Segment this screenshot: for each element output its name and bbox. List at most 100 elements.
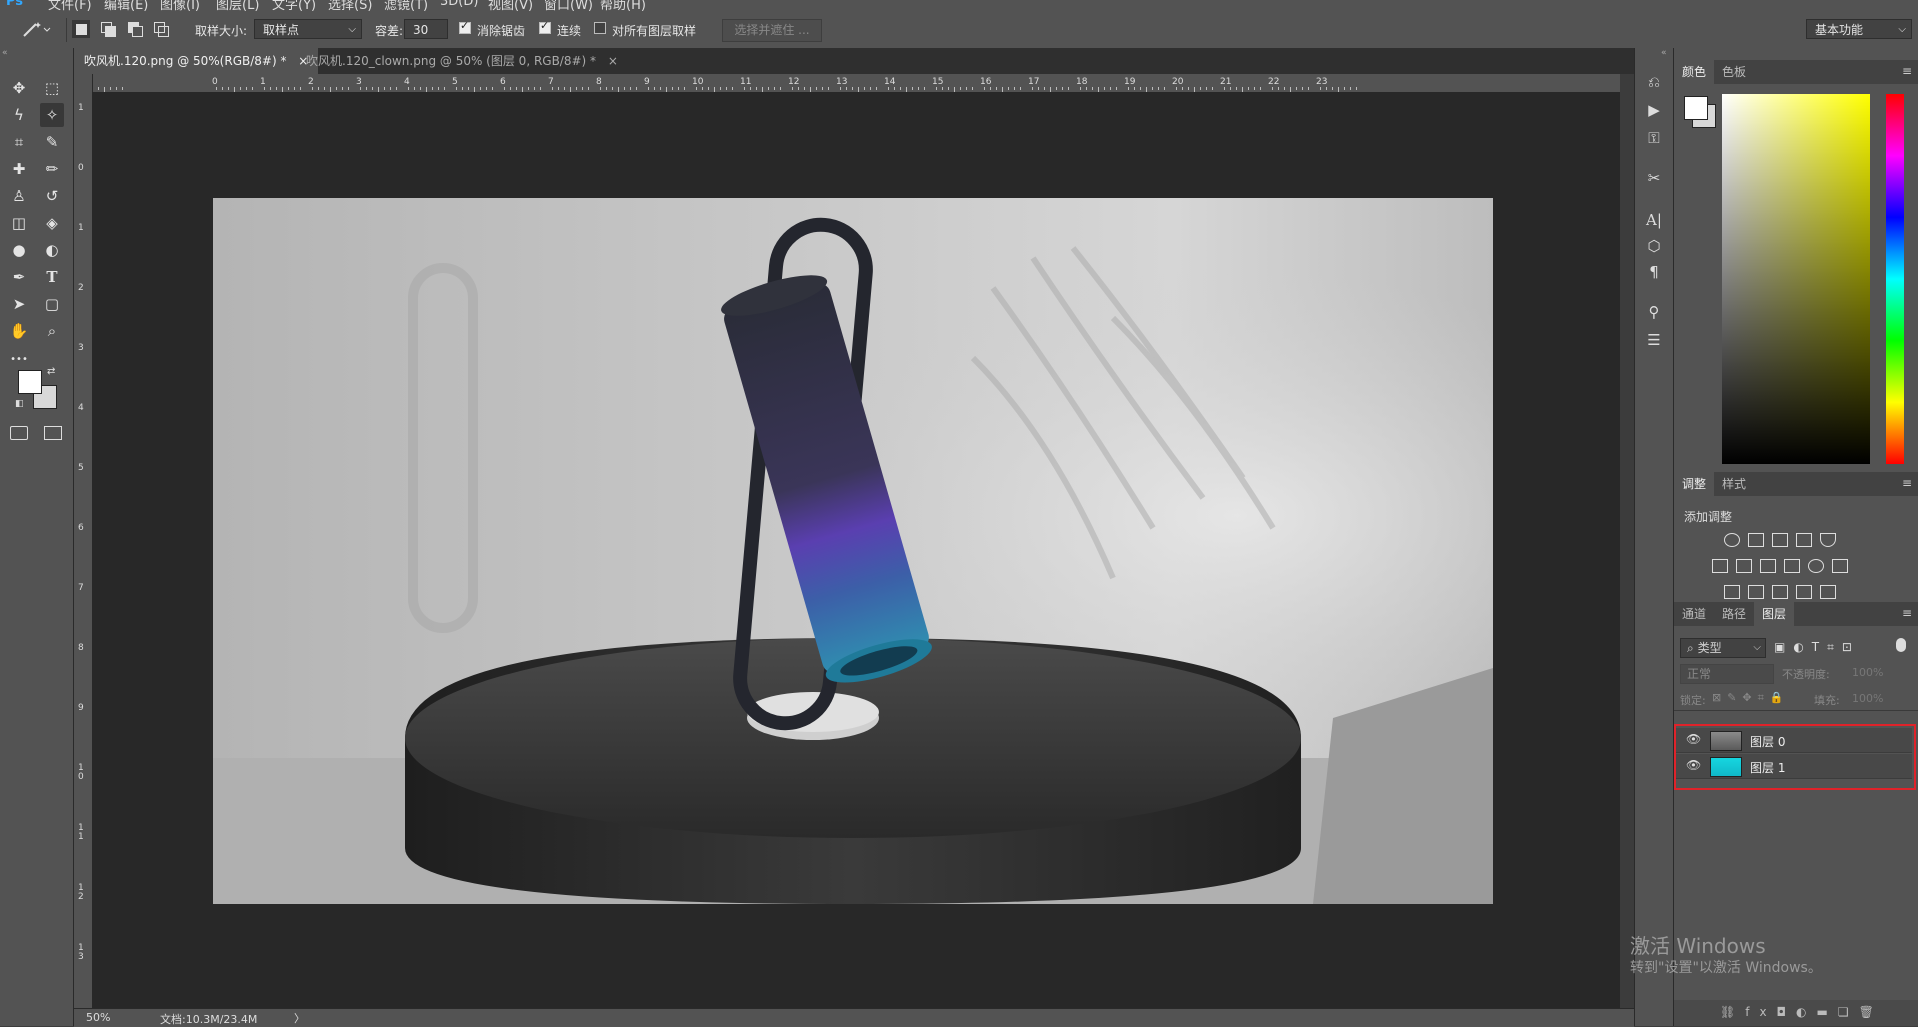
path-selection-tool-icon[interactable]: ➤ — [7, 292, 31, 316]
tolerance-input[interactable]: 30 — [404, 19, 448, 39]
menu-filter[interactable]: 滤镜(T) — [384, 0, 428, 12]
sample-size-select[interactable]: 取样点 ⌵ — [254, 19, 362, 39]
properties-panel-icon[interactable]: ⚿ — [1644, 128, 1664, 148]
lasso-tool-icon[interactable]: ϟ — [7, 103, 31, 127]
threshold-icon[interactable] — [1772, 584, 1788, 599]
default-colors-icon[interactable]: ◧ — [15, 399, 24, 409]
menu-edit[interactable]: 编辑(E) — [104, 0, 148, 12]
menu-layer[interactable]: 图层(L) — [216, 0, 259, 12]
collapse-icon[interactable]: « — [2, 48, 8, 58]
vertical-ruler[interactable]: 1 0 1 2 3 4 5 6 7 8 9 10 11 12 13 — [74, 74, 93, 1008]
brightness-icon[interactable] — [1724, 532, 1740, 547]
tab-styles[interactable]: 样式 — [1714, 472, 1754, 496]
history-panel-icon[interactable]: ⎌ — [1644, 72, 1664, 92]
fill-value[interactable]: 100% — [1852, 692, 1883, 705]
subtract-selection-button[interactable] — [126, 20, 144, 38]
gradient-map-icon[interactable] — [1820, 584, 1836, 599]
healing-tool-icon[interactable]: ✚ — [7, 157, 31, 181]
crop-tool-icon[interactable]: ⌗ — [7, 130, 31, 154]
black-white-icon[interactable] — [1760, 558, 1776, 573]
exposure-icon[interactable] — [1796, 532, 1812, 547]
foreground-color-swatch[interactable] — [18, 370, 42, 394]
add-selection-button[interactable] — [99, 20, 117, 38]
menu-image[interactable]: 图像(I) — [160, 0, 200, 12]
dodge-tool-icon[interactable]: ◐ — [40, 238, 64, 262]
eyedropper-tool-icon[interactable]: ✎ — [40, 130, 64, 154]
levels-icon[interactable] — [1748, 532, 1764, 547]
adjustments-slider-icon[interactable]: ☰ — [1644, 330, 1664, 350]
channel-mixer-icon[interactable] — [1808, 558, 1824, 573]
paragraph-panel-icon[interactable]: ¶ — [1644, 262, 1664, 282]
character-panel-icon[interactable]: A| — [1644, 210, 1664, 230]
actions-panel-icon[interactable]: ▶ — [1644, 100, 1664, 120]
menu-window[interactable]: 窗口(W) — [544, 0, 593, 12]
intersect-selection-button[interactable] — [152, 20, 170, 38]
menu-type[interactable]: 文字(Y) — [272, 0, 316, 12]
swap-colors-icon[interactable]: ⇄ — [47, 366, 55, 377]
clone-stamp-tool-icon[interactable]: ♙ — [7, 184, 31, 208]
menu-view[interactable]: 视图(V) — [488, 0, 533, 12]
layer-filter-select[interactable]: ⌕ 类型 ⌵ — [1680, 638, 1766, 658]
color-balance-icon[interactable] — [1736, 558, 1752, 573]
layer-action-icons[interactable]: ⛓fx◘◐▬❏🗑 — [1720, 1005, 1884, 1019]
tab-paths[interactable]: 路径 — [1714, 602, 1754, 626]
color-lookup-icon[interactable] — [1832, 558, 1848, 573]
filter-toggle[interactable] — [1896, 638, 1906, 652]
selective-color-icon[interactable] — [1796, 584, 1812, 599]
menu-3d[interactable]: 3D(D) — [440, 0, 478, 9]
panel-menu-icon[interactable]: ≡ — [1902, 476, 1912, 490]
tab-layers[interactable]: 图层 — [1754, 602, 1795, 626]
eraser-tool-icon[interactable]: ◫ — [7, 211, 31, 235]
pen-tool-icon[interactable]: ✒ — [7, 265, 31, 289]
select-and-mask-button[interactable]: 选择并遮住 ... — [722, 19, 822, 42]
horizontal-ruler[interactable]: 201234567891011121314151617181920212223 — [92, 74, 1620, 93]
workspace-select[interactable]: 基本功能 ⌵ — [1806, 19, 1912, 39]
quick-mask-icon[interactable] — [10, 426, 28, 440]
lock-icons[interactable]: ⊠✎✥⌗🔒 — [1712, 691, 1790, 705]
menu-help[interactable]: 帮助(H) — [600, 0, 646, 12]
new-selection-button[interactable] — [72, 20, 90, 38]
magic-wand-tool-icon[interactable]: ✧ — [40, 103, 64, 127]
menu-file[interactable]: 文件(F) — [48, 0, 92, 12]
zoom-level[interactable]: 50% — [86, 1011, 110, 1024]
vibrance-icon[interactable] — [1820, 532, 1836, 547]
layer-filter-icons[interactable]: ▣◐T⌗⊡ — [1774, 640, 1860, 655]
blur-tool-icon[interactable]: ● — [7, 238, 31, 262]
opacity-value[interactable]: 100% — [1852, 666, 1883, 679]
sample-all-layers-checkbox[interactable] — [594, 22, 606, 34]
panel-menu-icon[interactable]: ≡ — [1902, 606, 1912, 620]
move-tool-icon[interactable]: ✥ — [7, 76, 31, 100]
tab-color[interactable]: 颜色 — [1674, 60, 1715, 84]
curves-icon[interactable] — [1772, 532, 1788, 547]
3d-panel-icon[interactable]: ⬡ — [1644, 236, 1664, 256]
color-field[interactable] — [1722, 94, 1870, 464]
zoom-tool-icon[interactable]: ⌕ — [40, 319, 64, 343]
brush-tool-icon[interactable]: ✏ — [40, 157, 64, 181]
panel-menu-icon[interactable]: ≡ — [1902, 64, 1912, 78]
close-icon[interactable]: × — [608, 54, 618, 68]
type-tool-icon[interactable]: T — [40, 265, 64, 289]
tab-channels[interactable]: 通道 — [1674, 602, 1714, 626]
screen-mode-icon[interactable] — [44, 426, 62, 440]
status-menu-arrow-icon[interactable]: 〉 — [294, 1010, 305, 1026]
color-fg-swatch[interactable] — [1684, 96, 1708, 120]
hand-tool-icon[interactable]: ✋ — [7, 319, 31, 343]
antialias-checkbox[interactable] — [459, 19, 471, 34]
more-tools-icon[interactable]: ••• — [7, 348, 31, 372]
tab-swatches[interactable]: 色板 — [1714, 60, 1754, 84]
hue-saturation-icon[interactable] — [1712, 558, 1728, 573]
shape-tool-icon[interactable]: ▢ — [40, 292, 64, 316]
brush-settings-icon[interactable]: ✂ — [1644, 168, 1664, 188]
photo-filter-icon[interactable] — [1784, 558, 1800, 573]
brushes-panel-icon[interactable]: ⚲ — [1644, 302, 1664, 322]
invert-icon[interactable] — [1724, 584, 1740, 599]
expand-icon[interactable]: « — [1661, 48, 1667, 58]
document-image[interactable] — [213, 198, 1493, 904]
blend-mode-select[interactable]: 正常 — [1680, 664, 1774, 684]
tab-adjustments[interactable]: 调整 — [1674, 472, 1715, 496]
history-brush-tool-icon[interactable]: ↺ — [40, 184, 64, 208]
contiguous-checkbox[interactable] — [539, 19, 551, 34]
posterize-icon[interactable] — [1748, 584, 1764, 599]
menu-select[interactable]: 选择(S) — [328, 0, 372, 12]
hue-slider[interactable] — [1886, 94, 1904, 464]
